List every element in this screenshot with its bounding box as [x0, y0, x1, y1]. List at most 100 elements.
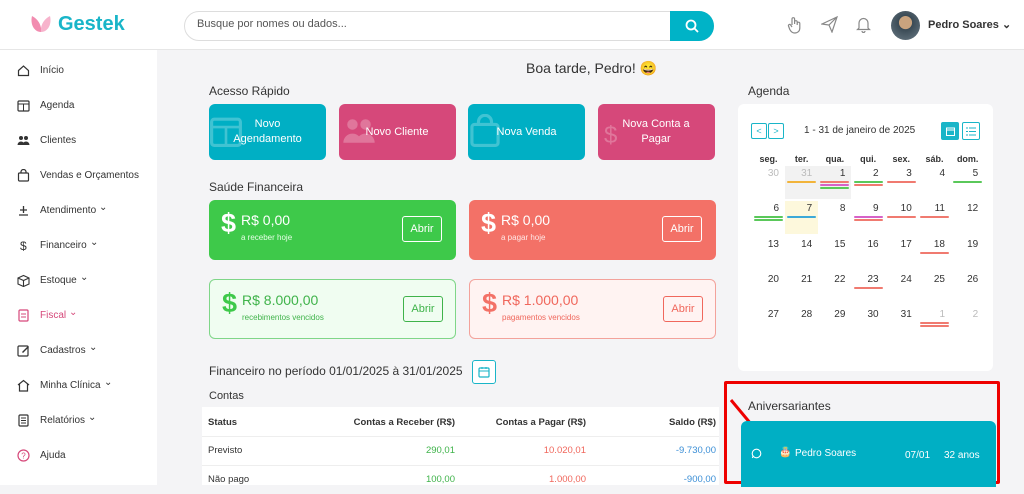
calendar-event-marker[interactable]: [886, 181, 916, 183]
sidebar-item-estoque[interactable]: Estoque ⌄: [0, 264, 157, 299]
calendar-event-marker[interactable]: [886, 216, 916, 219]
calendar-day[interactable]: 9: [852, 201, 885, 234]
calendar-day-number: 26: [967, 273, 979, 285]
weekday-header: sex.: [892, 154, 911, 164]
calendar-day[interactable]: 31: [885, 307, 918, 340]
avatar[interactable]: [891, 11, 920, 40]
calendar-event-marker[interactable]: [920, 322, 949, 325]
sidebar-item-minha-clínica[interactable]: Minha Clínica ⌄: [0, 369, 157, 404]
sidebar-item-cadastros[interactable]: Cadastros ⌄: [0, 334, 157, 369]
calendar-event-marker[interactable]: [754, 219, 783, 222]
sidebar-item-clientes[interactable]: Clientes: [0, 124, 157, 159]
calendar-day[interactable]: 8: [818, 201, 851, 234]
calendar-day[interactable]: 24: [885, 272, 918, 305]
help-icon: ?: [17, 449, 30, 462]
calendar-day[interactable]: 17: [885, 237, 918, 270]
birthday-entry[interactable]: 🎂 Pedro Soares 07/01 32 anos: [741, 421, 996, 487]
calendar-day[interactable]: 31: [785, 166, 819, 199]
open-button[interactable]: Abrir: [403, 296, 443, 322]
calendar-event-marker[interactable]: [853, 286, 883, 289]
calendar-list-view-button[interactable]: [962, 122, 980, 140]
calendar-event-marker[interactable]: [853, 219, 883, 222]
calendar-day[interactable]: 1: [818, 166, 852, 199]
sidebar-item-início[interactable]: Início: [0, 54, 157, 89]
send-icon[interactable]: [821, 16, 838, 33]
quick-action-nova-venda[interactable]: Nova Venda: [468, 104, 585, 160]
calendar-day[interactable]: 21: [785, 272, 818, 305]
calendar-prev-button[interactable]: <: [751, 123, 767, 139]
calendar-day[interactable]: 30: [852, 307, 885, 340]
search-button[interactable]: [670, 11, 714, 41]
calendar-event-marker[interactable]: [787, 181, 817, 183]
calendar-day-number: 6: [773, 203, 779, 215]
calendar-next-button[interactable]: >: [768, 123, 784, 139]
table-row[interactable]: Previsto 290,01 10.020,01 -9.730,00: [202, 437, 719, 465]
calendar-day[interactable]: 18: [918, 237, 951, 270]
open-button[interactable]: Abrir: [662, 216, 702, 242]
calendar-day[interactable]: 15: [818, 237, 851, 270]
calendar-day[interactable]: 13: [752, 237, 785, 270]
calendar-month-view-button[interactable]: [941, 122, 959, 140]
calendar-event-marker[interactable]: [920, 251, 949, 254]
quick-action-novo-cliente[interactable]: Novo Cliente: [338, 104, 456, 160]
search-input[interactable]: [197, 18, 667, 30]
calendar-day[interactable]: 2: [852, 166, 885, 199]
sidebar-item-vendas-e-orçamentos[interactable]: Vendas e Orçamentos: [0, 159, 157, 194]
sidebar-item-relatórios[interactable]: Relatórios ⌄: [0, 404, 157, 439]
hand-icon[interactable]: [787, 16, 803, 34]
calendar-day[interactable]: 25: [918, 272, 951, 305]
quick-action-nova-conta-a-pagar[interactable]: $ Nova Conta a Pagar: [597, 104, 715, 160]
table-row[interactable]: Não pago 100,00 1.000,00 -900,00: [202, 466, 719, 494]
calendar-day[interactable]: 4: [918, 166, 951, 199]
calendar-day[interactable]: 19: [951, 237, 984, 270]
sidebar-item-atendimento[interactable]: Atendimento ⌄: [0, 194, 157, 229]
user-menu[interactable]: Pedro Soares ⌄: [928, 18, 1011, 31]
open-button[interactable]: Abrir: [402, 216, 442, 242]
sidebar-item-financeiro[interactable]: $ Financeiro ⌄: [0, 229, 157, 264]
calendar-day[interactable]: 14: [785, 237, 818, 270]
calendar-day[interactable]: 2: [951, 307, 984, 340]
calendar-day[interactable]: 11: [918, 201, 951, 234]
calendar-event-marker[interactable]: [920, 325, 949, 328]
sidebar-item-fiscal[interactable]: Fiscal ⌄: [0, 299, 157, 334]
calendar-event-marker[interactable]: [853, 216, 883, 219]
calendar-day[interactable]: 16: [852, 237, 885, 270]
calendar-day[interactable]: 27: [752, 307, 785, 340]
calendar-event-marker[interactable]: [820, 187, 850, 189]
calendar-day[interactable]: 28: [785, 307, 818, 340]
birthday-name: Pedro Soares: [795, 448, 857, 459]
calendar-event-marker[interactable]: [853, 181, 883, 183]
sidebar-item-agenda[interactable]: Agenda: [0, 89, 157, 124]
bell-icon[interactable]: [856, 16, 871, 33]
calendar-event-marker[interactable]: [820, 184, 850, 186]
sidebar-item-label: Agenda: [40, 100, 75, 111]
financial-subtitle: a pagar hoje: [501, 233, 546, 242]
calendar-event-marker[interactable]: [754, 216, 783, 219]
whatsapp-icon[interactable]: [751, 448, 762, 459]
calendar-day[interactable]: 30: [752, 166, 785, 199]
calendar-day[interactable]: 3: [885, 166, 918, 199]
calendar-day[interactable]: 10: [885, 201, 918, 234]
quick-action-novo-agendamento[interactable]: Novo Agendamento: [209, 104, 326, 160]
weekday-header: qua.: [825, 154, 845, 164]
calendar-day[interactable]: 7: [785, 201, 819, 235]
calendar-event-marker[interactable]: [920, 216, 949, 219]
calendar-event-marker[interactable]: [853, 184, 883, 186]
calendar-day[interactable]: 5: [951, 166, 984, 199]
period-calendar-button[interactable]: [472, 360, 496, 384]
sidebar-item-ajuda[interactable]: ? Ajuda: [0, 439, 157, 474]
calendar-day[interactable]: 22: [818, 272, 851, 305]
calendar-event-marker[interactable]: [953, 181, 983, 183]
calendar-day[interactable]: 1: [918, 307, 951, 340]
calendar-day[interactable]: 29: [818, 307, 851, 340]
calendar-day[interactable]: 26: [951, 272, 984, 305]
calendar-day[interactable]: 20: [752, 272, 785, 305]
calendar-day[interactable]: 12: [951, 201, 984, 234]
calendar-day[interactable]: 23: [852, 272, 885, 305]
table-cell: 290,01: [425, 445, 455, 456]
calendar-event-marker[interactable]: [820, 181, 850, 183]
calendar-event-marker[interactable]: [787, 216, 817, 219]
logo[interactable]: Gestek: [28, 12, 125, 36]
calendar-day[interactable]: 6: [752, 201, 785, 234]
open-button[interactable]: Abrir: [663, 296, 703, 322]
